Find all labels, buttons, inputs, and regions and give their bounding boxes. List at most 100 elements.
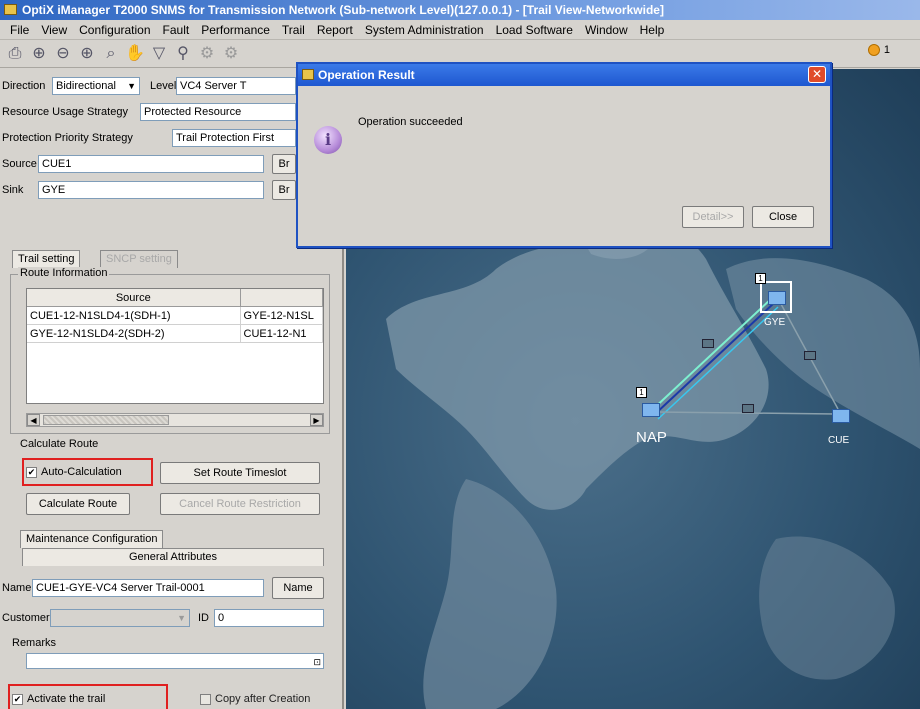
- zoom-out-icon[interactable]: ⊖: [52, 43, 74, 65]
- menu-view[interactable]: View: [35, 23, 73, 37]
- highlight-box: [8, 684, 168, 709]
- source-field[interactable]: CUE1: [38, 155, 264, 173]
- tab-sncp-setting[interactable]: SNCP setting: [100, 250, 178, 268]
- column-source[interactable]: Source: [27, 289, 241, 306]
- link-badge-icon[interactable]: [742, 404, 754, 413]
- menu-load-software[interactable]: Load Software: [490, 23, 579, 37]
- alarm-indicator[interactable]: 1: [867, 44, 890, 56]
- set-route-timeslot-button[interactable]: Set Route Timeslot: [160, 462, 320, 484]
- copy-after-creation-checkbox[interactable]: Copy after Creation: [200, 693, 310, 705]
- id-field[interactable]: 0: [214, 609, 324, 627]
- expand-icon[interactable]: ⊡: [313, 654, 321, 668]
- zoom-select-icon[interactable]: ⌕: [100, 43, 122, 65]
- topology-icon[interactable]: ⚙: [196, 43, 218, 65]
- resource-usage-label: Resource Usage Strategy: [2, 106, 128, 118]
- copy-after-creation-label: Copy after Creation: [215, 693, 311, 705]
- alarm-badge-icon: 1: [636, 387, 647, 398]
- menu-configuration[interactable]: Configuration: [73, 23, 156, 37]
- cancel-route-restriction-button[interactable]: Cancel Route Restriction: [160, 493, 320, 515]
- ne-label-nap: NAP: [636, 429, 667, 446]
- dialog-app-icon: [302, 69, 314, 80]
- remarks-field[interactable]: ⊡: [26, 653, 324, 669]
- dialog-title: Operation Result: [318, 68, 415, 82]
- menu-performance[interactable]: Performance: [195, 23, 276, 37]
- menu-file[interactable]: File: [4, 23, 35, 37]
- window-title-bar[interactable]: OptiX iManager T2000 SNMS for Transmissi…: [0, 0, 920, 20]
- calculate-route-button[interactable]: Calculate Route: [26, 493, 130, 515]
- land-mass: [386, 220, 769, 510]
- ne-icon: [768, 291, 786, 305]
- alarm-count: 1: [883, 44, 890, 56]
- route-table-header: Source: [27, 289, 323, 307]
- trail-name-field[interactable]: CUE1-GYE-VC4 Server Trail-0001: [32, 579, 264, 597]
- scroll-thumb[interactable]: [43, 415, 169, 425]
- land-mass: [423, 479, 557, 709]
- connection-icon[interactable]: ⚙: [220, 43, 242, 65]
- scroll-left-icon[interactable]: ◀: [27, 414, 40, 426]
- print-icon[interactable]: ⎙: [4, 43, 26, 65]
- direction-value: Bidirectional: [56, 80, 116, 92]
- close-icon[interactable]: ✕: [808, 66, 826, 83]
- link-badge-icon[interactable]: [702, 339, 714, 348]
- menu-report[interactable]: Report: [311, 23, 359, 37]
- close-button[interactable]: Close: [752, 206, 814, 228]
- route-sink-cell: GYE-12-N1SL: [241, 307, 323, 324]
- sink-browse-button[interactable]: Br: [272, 180, 296, 200]
- detail-button[interactable]: Detail>>: [682, 206, 744, 228]
- zoom-fit-icon[interactable]: ⊕: [76, 43, 98, 65]
- protection-priority-label: Protection Priority Strategy: [2, 132, 133, 144]
- menu-fault[interactable]: Fault: [157, 23, 196, 37]
- menu-window[interactable]: Window: [579, 23, 634, 37]
- dialog-title-bar[interactable]: Operation Result ✕: [298, 64, 830, 86]
- source-browse-button[interactable]: Br: [272, 154, 296, 174]
- direction-select[interactable]: Bidirectional ▼: [52, 77, 140, 95]
- route-sink-cell: CUE1-12-N1: [241, 325, 323, 342]
- ne-node-gye[interactable]: [760, 281, 792, 313]
- level-value: VC4 Server T: [180, 80, 247, 92]
- route-table-hscrollbar[interactable]: ◀ ▶: [26, 413, 324, 427]
- source-value: CUE1: [42, 158, 72, 170]
- level-label: Level: [150, 80, 177, 92]
- id-value: 0: [218, 612, 225, 624]
- table-row[interactable]: GYE-12-N1SLD4-2(SDH-2) CUE1-12-N1: [27, 325, 323, 343]
- filter-icon[interactable]: ▽: [148, 43, 170, 65]
- column-sink[interactable]: [241, 289, 323, 306]
- customer-label: Customer: [2, 612, 50, 624]
- menu-bar: File View Configuration Fault Performanc…: [0, 20, 920, 40]
- protection-priority-select[interactable]: Trail Protection First: [172, 129, 296, 147]
- level-select[interactable]: VC4 Server T: [176, 77, 296, 95]
- tab-general-attributes[interactable]: General Attributes: [22, 548, 324, 566]
- scroll-right-icon[interactable]: ▶: [310, 414, 323, 426]
- ne-node-nap[interactable]: [642, 403, 660, 417]
- pan-hand-icon[interactable]: ✋: [124, 43, 146, 65]
- menu-system-administration[interactable]: System Administration: [359, 23, 490, 37]
- window-title: OptiX iManager T2000 SNMS for Transmissi…: [22, 3, 664, 17]
- calculate-route-title: Calculate Route: [20, 438, 99, 450]
- menu-trail[interactable]: Trail: [276, 23, 311, 37]
- link-badge-icon[interactable]: [804, 351, 816, 360]
- table-row[interactable]: CUE1-12-N1SLD4-1(SDH-1) GYE-12-N1SL: [27, 307, 323, 325]
- ne-node-cue[interactable]: [832, 409, 850, 423]
- tab-trail-setting[interactable]: Trail setting: [12, 250, 81, 268]
- sink-field[interactable]: GYE: [38, 181, 264, 199]
- resource-usage-select[interactable]: Protected Resource: [140, 103, 296, 121]
- tab-maintenance-configuration[interactable]: Maintenance Configuration: [20, 530, 164, 548]
- name-button[interactable]: Name: [272, 577, 324, 599]
- protection-priority-value: Trail Protection First: [176, 132, 275, 144]
- source-label: Source: [2, 158, 37, 170]
- binoculars-icon[interactable]: ⚲: [172, 43, 194, 65]
- ne-label-gye: GYE: [764, 317, 786, 328]
- name-label: Name: [2, 582, 32, 594]
- customer-select[interactable]: ▼: [50, 609, 190, 627]
- alarm-badge-icon: 1: [755, 273, 766, 284]
- app-icon: [4, 4, 17, 15]
- route-information-title: Route Information: [18, 267, 110, 279]
- resource-usage-value: Protected Resource: [144, 106, 242, 118]
- checkbox-empty-icon: [200, 693, 211, 705]
- alarm-dot-icon: [867, 44, 880, 56]
- route-source-cell: GYE-12-N1SLD4-2(SDH-2): [27, 325, 241, 342]
- menu-help[interactable]: Help: [634, 23, 671, 37]
- zoom-in-icon[interactable]: ⊕: [28, 43, 50, 65]
- route-source-cell: CUE1-12-N1SLD4-1(SDH-1): [27, 307, 241, 324]
- highlight-box: [22, 458, 153, 486]
